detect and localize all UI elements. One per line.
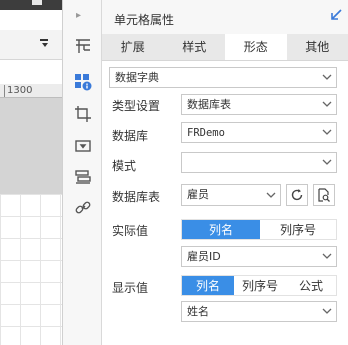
- tab-style[interactable]: 样式: [164, 34, 226, 60]
- widget-icon[interactable]: [73, 136, 93, 156]
- ruler: 1300: [0, 84, 63, 98]
- collapse-icon[interactable]: [330, 9, 342, 25]
- type-setting-label: 类型设置: [112, 99, 161, 113]
- ruler-value: 1300: [7, 85, 33, 96]
- sheet-grid[interactable]: [0, 194, 63, 345]
- database-value: FRDemo: [187, 127, 225, 139]
- left-toolbar: [0, 30, 63, 60]
- preview-icon: [318, 188, 330, 202]
- tab-other[interactable]: 其他: [287, 34, 348, 60]
- cell-attr-icon[interactable]: [73, 72, 93, 92]
- cell-expand-icon[interactable]: [73, 36, 93, 56]
- schema-label: 模式: [112, 159, 137, 173]
- actual-value-option-column-index[interactable]: 列序号: [260, 220, 336, 239]
- refresh-icon: [291, 189, 303, 201]
- panel-title: 单元格属性: [114, 13, 175, 27]
- tab-form[interactable]: 形态: [225, 34, 287, 60]
- dropdown-caret-icon[interactable]: [40, 39, 52, 52]
- db-table-label: 数据库表: [112, 190, 161, 204]
- display-value-option-formula[interactable]: 公式: [286, 276, 336, 295]
- actual-value-segment: 列名 列序号: [181, 219, 337, 240]
- actual-value-field-select[interactable]: 雇员ID: [181, 246, 337, 267]
- db-table-select[interactable]: 雇员: [181, 184, 281, 206]
- actual-value-label: 实际值: [112, 224, 149, 238]
- database-select[interactable]: FRDemo: [181, 122, 337, 143]
- display-value-option-column-name[interactable]: 列名: [182, 276, 234, 295]
- chevron-down-icon: [322, 74, 332, 80]
- condition-icon[interactable]: [73, 168, 93, 188]
- display-value-segment: 列名 列序号 公式: [181, 275, 337, 296]
- display-value-option-column-index[interactable]: 列序号: [234, 276, 286, 295]
- type-setting-select[interactable]: 数据库表: [181, 94, 337, 115]
- chevron-down-icon: [322, 101, 332, 107]
- database-label: 数据库: [112, 129, 149, 143]
- display-value-label: 显示值: [112, 281, 149, 295]
- canvas-gray-area: [0, 84, 63, 194]
- chevron-down-icon: [322, 308, 332, 314]
- chevron-right-icon[interactable]: ▸: [76, 10, 81, 21]
- panel-header: 单元格属性: [102, 0, 348, 34]
- chevron-down-icon: [266, 192, 276, 198]
- actual-value-field: 雇员ID: [187, 250, 221, 263]
- tab-expand[interactable]: 扩展: [102, 34, 164, 60]
- top-dark-bar: [0, 0, 63, 10]
- display-value-field-select[interactable]: 姓名: [181, 301, 337, 322]
- display-value-field: 姓名: [187, 305, 209, 318]
- type-setting-value: 数据库表: [187, 98, 231, 111]
- actual-value-option-column-name[interactable]: 列名: [182, 220, 260, 239]
- panel-tabs: 扩展 样式 形态 其他: [102, 34, 348, 61]
- db-table-value: 雇员: [187, 188, 209, 201]
- link-icon[interactable]: [73, 198, 93, 218]
- preview-button[interactable]: [313, 184, 335, 206]
- refresh-button[interactable]: [286, 184, 308, 206]
- schema-select[interactable]: [181, 152, 337, 173]
- form-type-select[interactable]: 数据字典: [109, 67, 337, 88]
- form-type-value: 数据字典: [115, 71, 159, 84]
- canvas-area: 1300: [0, 0, 63, 345]
- chevron-down-icon: [322, 159, 332, 165]
- chevron-down-icon: [322, 129, 332, 135]
- cell-property-panel: 单元格属性 扩展 样式 形态 其他 数据字典 类型设置 数据库表 数据库 FRD…: [102, 0, 348, 345]
- property-icon-column: ▸: [63, 0, 102, 345]
- chevron-down-icon: [322, 253, 332, 259]
- crop-icon[interactable]: [73, 104, 93, 124]
